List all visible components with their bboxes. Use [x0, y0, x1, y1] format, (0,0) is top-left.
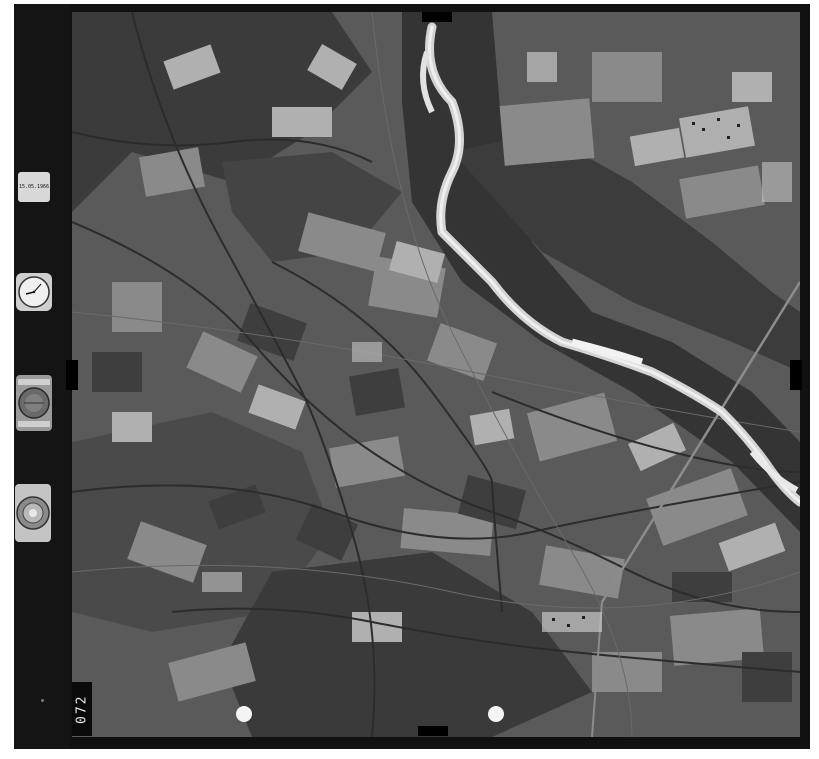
clock-icon — [18, 276, 50, 308]
fiducial-mark-left — [66, 360, 78, 390]
aerial-photo — [72, 12, 800, 737]
clock-instrument — [16, 273, 52, 311]
registration-hole-left — [236, 706, 252, 722]
altimeter-icon — [18, 379, 50, 427]
fiducial-mark-bottom — [418, 726, 448, 736]
registration-hole-right — [488, 706, 504, 722]
aerial-landscape — [72, 12, 800, 737]
date-label: 15.05.1966 — [18, 184, 50, 190]
film-marker-dot — [41, 699, 44, 702]
frame-number: 072 — [72, 682, 92, 736]
altimeter-instrument — [16, 375, 52, 431]
fiducial-mark-top — [422, 12, 452, 22]
level-instrument — [15, 484, 51, 542]
frame-number-label: 072 — [74, 694, 90, 724]
bubble-level-icon — [16, 496, 50, 530]
date-card: 15.05.1966 — [18, 172, 50, 202]
fiducial-mark-right — [790, 360, 802, 390]
